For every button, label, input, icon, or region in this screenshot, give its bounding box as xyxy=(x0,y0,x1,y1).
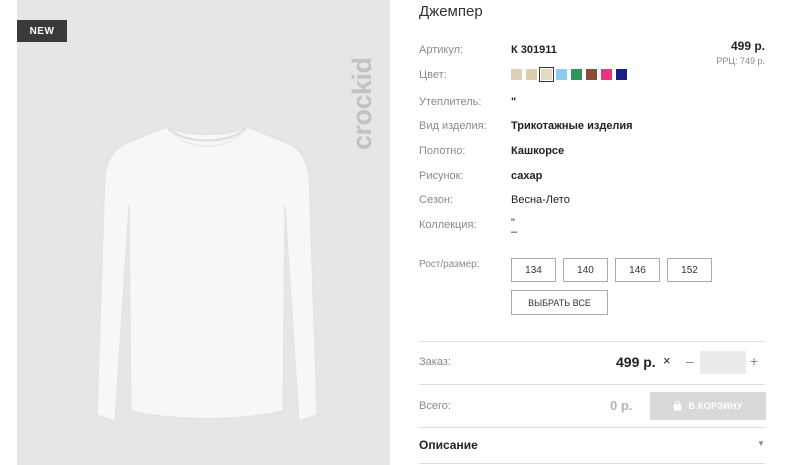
attr-label: Цвет: xyxy=(419,69,447,81)
size-option-140[interactable]: 140 xyxy=(563,258,608,282)
chevron-down-icon[interactable]: ▼ xyxy=(757,439,765,448)
quantity-increase-button[interactable]: + xyxy=(750,353,758,369)
size-option-152[interactable]: 152 xyxy=(667,258,712,282)
size-options: 134 140 146 152 xyxy=(511,258,712,282)
color-swatch[interactable] xyxy=(571,69,582,80)
attr-row-fabric: Полотно: Кашкорсе xyxy=(419,145,564,157)
brand-logo: crockid xyxy=(347,57,377,150)
total-value: 0 р. xyxy=(610,398,633,413)
jumper-illustration xyxy=(96,126,318,422)
color-swatch[interactable] xyxy=(511,69,522,80)
add-to-cart-label: В КОРЗИНУ xyxy=(688,401,743,411)
attr-row-article: Артикул: К 301911 xyxy=(419,44,557,56)
attr-value: Трикотажные изделия xyxy=(511,120,633,132)
attr-row-collection: Коллекция: " – xyxy=(419,217,518,238)
attr-row-insulation: Утеплитель: " xyxy=(419,96,516,108)
recommended-retail-price: РРЦ: 749 р. xyxy=(716,56,765,66)
color-swatches xyxy=(511,67,627,82)
quantity-decrease-button[interactable]: – xyxy=(686,353,694,369)
size-label: Рост/размер: xyxy=(419,259,480,270)
product-image[interactable]: NEW crockid xyxy=(17,0,390,465)
color-swatch[interactable] xyxy=(601,69,612,80)
color-swatch[interactable] xyxy=(526,69,537,80)
attr-label: Полотно: xyxy=(419,145,466,157)
attr-label: Утеплитель: xyxy=(419,96,482,108)
product-title: Джемпер xyxy=(419,3,483,20)
select-all-sizes-button[interactable]: ВЫБРАТЬ ВСЕ xyxy=(511,290,608,315)
divider xyxy=(419,463,765,464)
attr-label: Артикул: xyxy=(419,44,464,56)
attr-label: Рисунок: xyxy=(419,170,464,182)
color-swatch[interactable] xyxy=(586,69,597,80)
attr-value: " – xyxy=(511,217,518,238)
new-badge: NEW xyxy=(17,20,67,42)
attr-label: Коллекция: xyxy=(419,219,477,231)
attr-row-color: Цвет: xyxy=(419,69,511,81)
attr-value: " xyxy=(511,96,517,108)
attr-row-type: Вид изделия: Трикотажные изделия xyxy=(419,120,633,132)
attr-value: сахар xyxy=(511,170,543,182)
shopping-bag-icon xyxy=(674,401,682,411)
size-option-146[interactable]: 146 xyxy=(615,258,660,282)
attr-label: Вид изделия: xyxy=(419,120,487,132)
divider xyxy=(419,384,765,385)
times-icon: × xyxy=(663,353,671,368)
attr-row-pattern: Рисунок: сахар xyxy=(419,170,542,182)
order-price: 499 р. xyxy=(616,354,656,370)
add-to-cart-button[interactable]: В КОРЗИНУ xyxy=(650,392,766,420)
attr-value: К 301911 xyxy=(511,44,557,56)
product-price: 499 р. xyxy=(730,39,765,53)
quantity-input[interactable] xyxy=(700,351,746,374)
total-label: Всего: xyxy=(419,400,451,412)
divider xyxy=(419,427,765,428)
attr-label: Сезон: xyxy=(419,194,453,206)
divider xyxy=(419,341,765,342)
size-option-134[interactable]: 134 xyxy=(511,258,556,282)
attr-row-season: Сезон: Весна-Лето xyxy=(419,194,570,206)
description-toggle[interactable]: Описание xyxy=(419,438,478,452)
color-swatch[interactable] xyxy=(556,69,567,80)
attr-value: Весна-Лето xyxy=(511,194,570,206)
color-swatch[interactable] xyxy=(616,69,627,80)
color-swatch[interactable] xyxy=(539,67,554,82)
attr-value: Кашкорсе xyxy=(511,145,565,157)
order-label: Заказ: xyxy=(419,356,451,368)
